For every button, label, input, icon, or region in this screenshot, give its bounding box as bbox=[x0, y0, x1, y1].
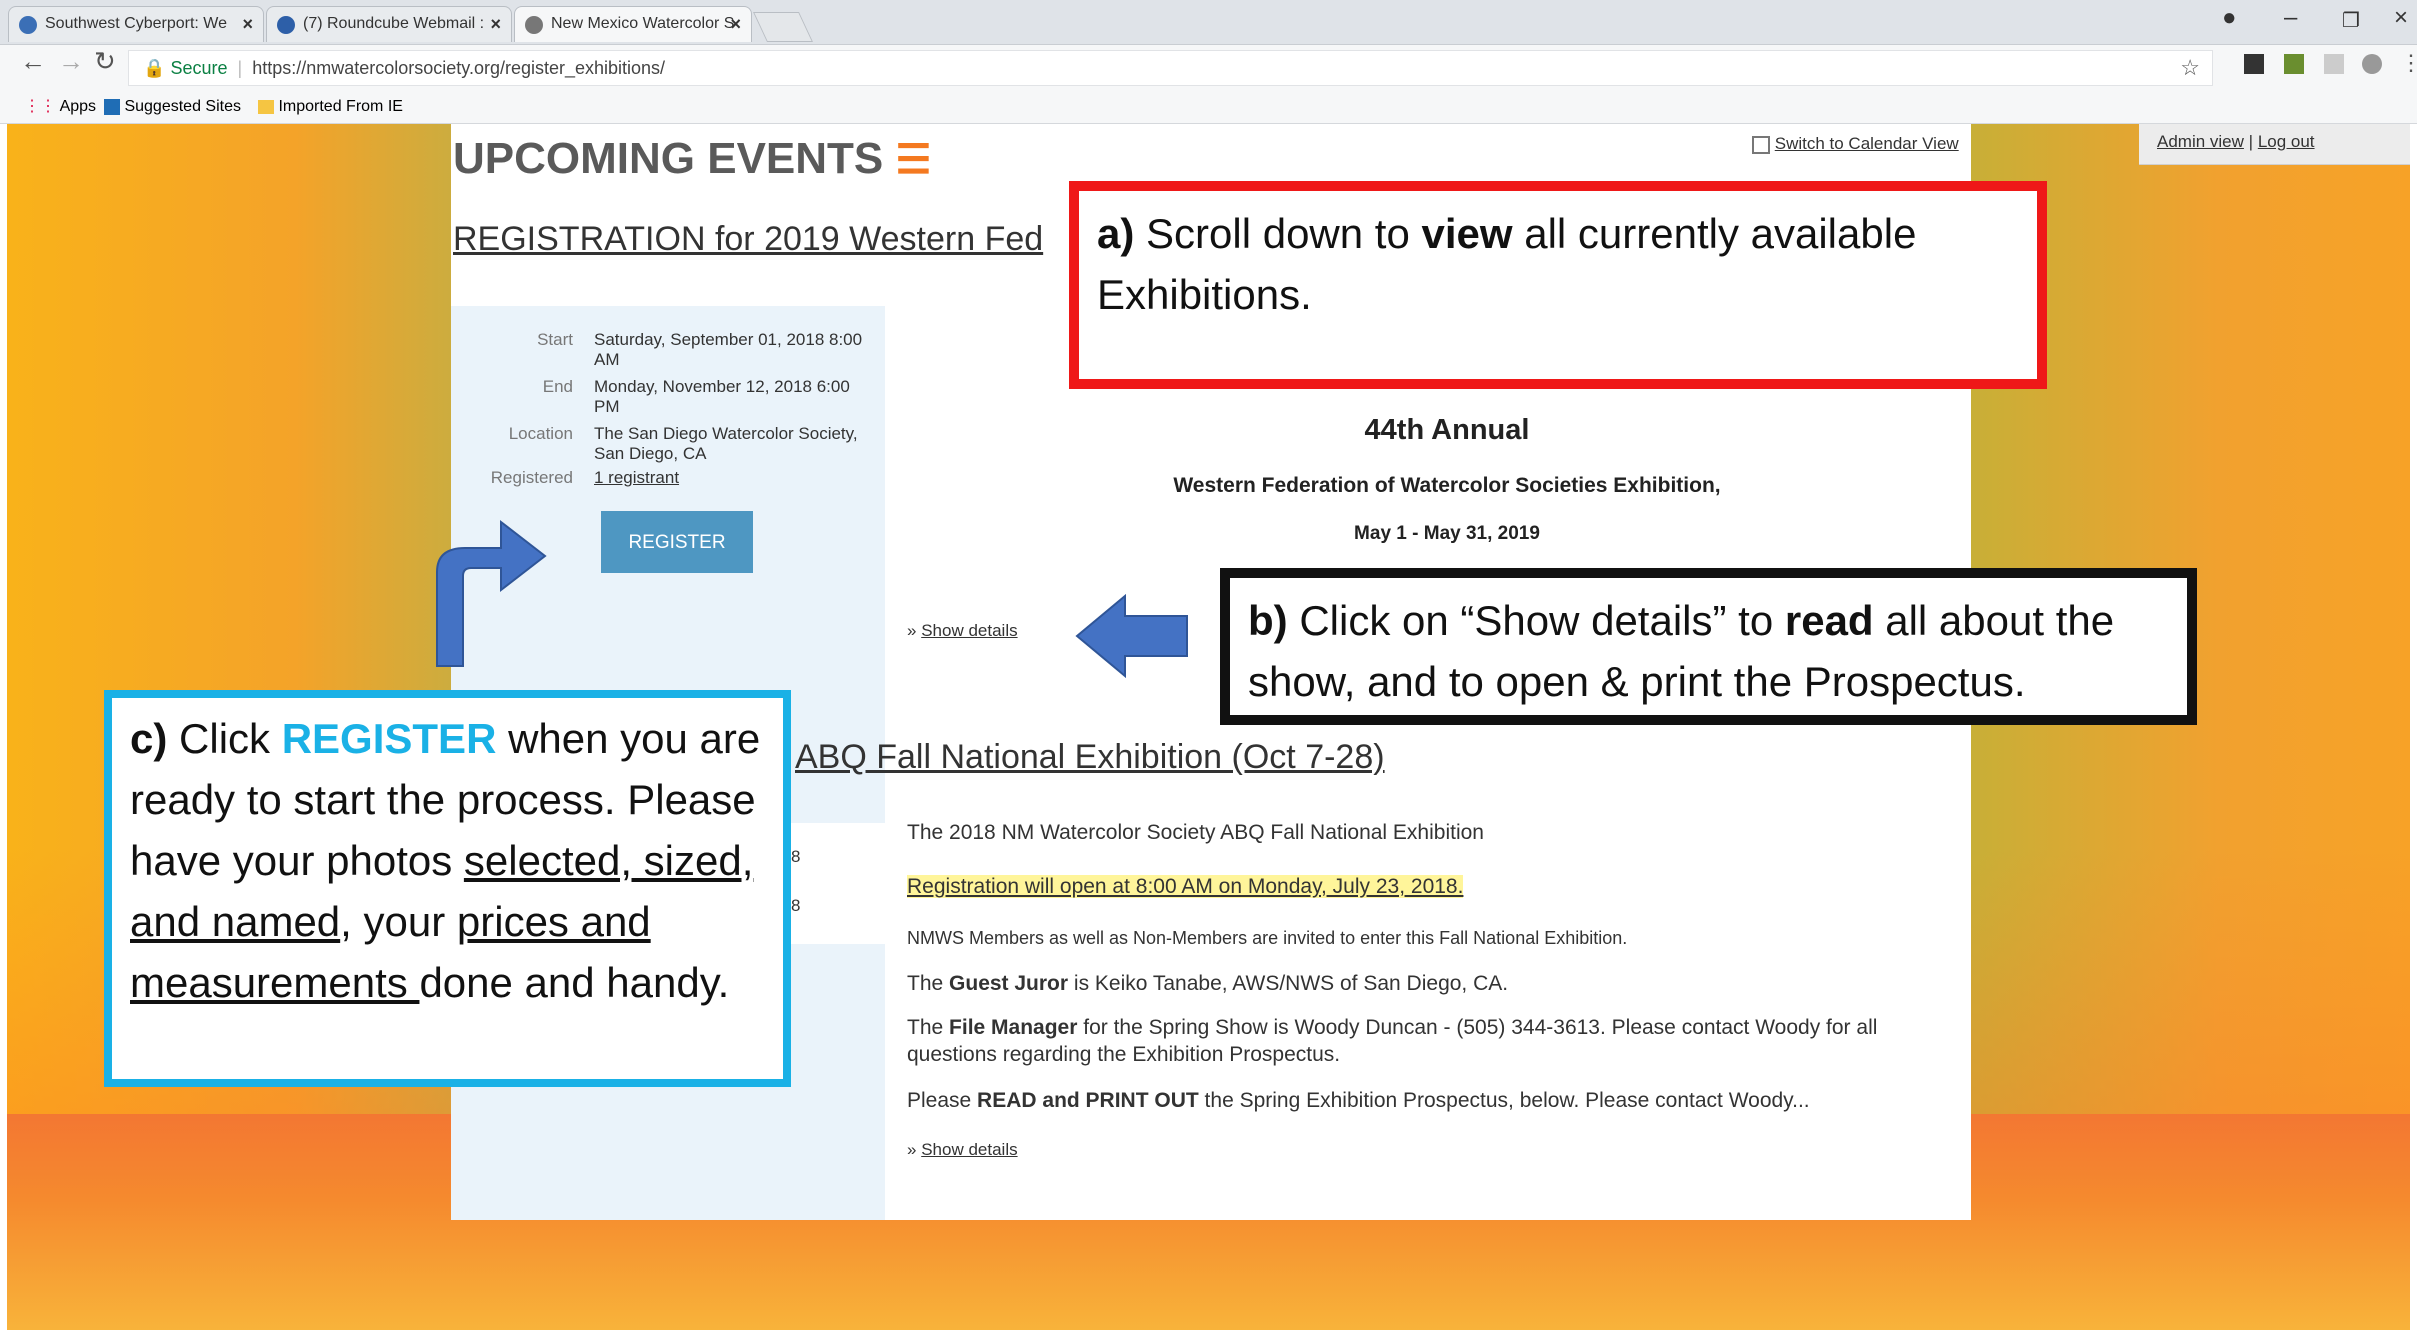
tab-title: (7) Roundcube Webmail : bbox=[303, 15, 485, 32]
bookmark-suggested-sites[interactable]: Suggested Sites bbox=[104, 97, 241, 117]
start-label: Start bbox=[537, 330, 573, 349]
register-button[interactable]: REGISTER bbox=[601, 511, 753, 573]
tab-title: Southwest Cyberport: We bbox=[45, 15, 228, 32]
globe-icon bbox=[525, 16, 543, 34]
location-value: The San Diego Watercolor Society, San Di… bbox=[594, 424, 858, 463]
bookmark-imported-from-ie[interactable]: Imported From IE bbox=[258, 97, 403, 117]
event-title-link[interactable]: REGISTRATION for 2019 Western Fed bbox=[453, 220, 1043, 259]
star-icon[interactable]: ☆ bbox=[2180, 51, 2200, 85]
close-window-button[interactable]: × bbox=[2394, 4, 2408, 32]
annotation-b: b) Click on “Show details” to read all a… bbox=[1220, 568, 2197, 725]
url-text: https://nmwatercolorsociety.org/register… bbox=[252, 58, 666, 78]
location-label: Location bbox=[508, 424, 573, 443]
close-icon[interactable]: × bbox=[242, 7, 253, 41]
tab-new-mexico-watercolor[interactable]: New Mexico Watercolor S × bbox=[514, 6, 752, 42]
menu-icon[interactable]: ⋮ bbox=[2400, 50, 2417, 76]
roundcube-icon bbox=[277, 16, 295, 34]
tab-title: New Mexico Watercolor S bbox=[551, 15, 735, 32]
extension-icon[interactable] bbox=[2324, 54, 2344, 74]
event-exhibition-name: Western Federation of Watercolor Societi… bbox=[1173, 474, 1721, 497]
end-label: End bbox=[542, 377, 573, 396]
lock-icon: 🔒 bbox=[143, 58, 166, 78]
extension-icon[interactable] bbox=[2284, 54, 2304, 74]
arrow-left-icon bbox=[1075, 594, 1188, 678]
calendar-icon bbox=[1752, 135, 1770, 154]
double-chevron-icon: » bbox=[907, 621, 917, 640]
bookmark-apps[interactable]: ⋮⋮ Apps bbox=[24, 97, 96, 117]
registrant-link[interactable]: 1 registrant bbox=[594, 468, 864, 488]
event-dates: May 1 - May 31, 2019 bbox=[1354, 523, 1540, 544]
admin-links: Admin view | Log out bbox=[2157, 132, 2315, 151]
date-fragment: 8 bbox=[791, 847, 801, 866]
double-chevron-icon: » bbox=[907, 1140, 917, 1159]
logout-link[interactable]: Log out bbox=[2258, 132, 2315, 151]
address-bar[interactable]: 🔒 Secure | https://nmwatercolorsociety.o… bbox=[128, 50, 2213, 86]
rss-icon[interactable]: ☰ bbox=[896, 138, 932, 182]
secure-label: Secure bbox=[170, 58, 228, 78]
tab-southwest-cyberport[interactable]: Southwest Cyberport: We × bbox=[8, 6, 264, 42]
registered-label: Registered bbox=[490, 468, 573, 487]
juror-note: The Guest Juror is Keiko Tanabe, AWS/NWS… bbox=[907, 972, 1509, 995]
reload-icon[interactable]: ↻ bbox=[94, 46, 116, 77]
forward-icon[interactable]: → bbox=[58, 46, 84, 77]
show-details-link[interactable]: » Show details bbox=[907, 1140, 1018, 1160]
registration-notice: Registration will open at 8:00 AM on Mon… bbox=[907, 875, 1464, 898]
members-note: NMWS Members as well as Non-Members are … bbox=[907, 928, 1628, 948]
restore-button[interactable]: ❐ bbox=[2342, 8, 2360, 33]
bing-icon bbox=[104, 98, 120, 115]
extension-icon[interactable] bbox=[2244, 54, 2264, 74]
date-fragment: 8 bbox=[791, 896, 801, 915]
close-icon[interactable]: × bbox=[730, 7, 741, 41]
annotation-a: a) Scroll down to view all currently ava… bbox=[1069, 181, 2047, 389]
end-value: Monday, November 12, 2018 6:00 PM bbox=[594, 377, 850, 416]
folder-icon bbox=[258, 99, 274, 114]
close-icon[interactable]: × bbox=[490, 7, 501, 41]
extension-icon[interactable] bbox=[2362, 54, 2382, 74]
file-manager-note: The File Manager for the Spring Show is … bbox=[907, 1016, 1878, 1066]
event-title-link[interactable]: ABQ Fall National Exhibition (Oct 7-28) bbox=[795, 738, 1385, 777]
apps-grid-icon: ⋮⋮ bbox=[24, 98, 56, 115]
annotation-c: c) Click REGISTER when you are ready to … bbox=[104, 690, 791, 1087]
start-value: Saturday, September 01, 2018 8:00 AM bbox=[594, 330, 863, 369]
minimize-button[interactable]: – bbox=[2284, 4, 2297, 32]
tab-roundcube[interactable]: (7) Roundcube Webmail : × bbox=[266, 6, 512, 42]
show-details-link[interactable]: » Show details bbox=[907, 621, 1018, 641]
admin-view-link[interactable]: Admin view bbox=[2157, 132, 2244, 151]
back-icon[interactable]: ← bbox=[20, 46, 46, 77]
calendar-view-link[interactable]: Switch to Calendar View bbox=[1752, 134, 1959, 154]
profile-icon[interactable]: ● bbox=[2222, 4, 2237, 32]
page-title: UPCOMING EVENTS ☰ bbox=[453, 134, 932, 183]
event-annual: 44th Annual bbox=[1364, 414, 1530, 446]
globe-icon bbox=[19, 16, 37, 34]
arrow-up-right-icon bbox=[436, 519, 547, 667]
prospectus-note: Please READ and PRINT OUT the Spring Exh… bbox=[907, 1089, 1810, 1112]
event-description: The 2018 NM Watercolor Society ABQ Fall … bbox=[907, 821, 1484, 844]
